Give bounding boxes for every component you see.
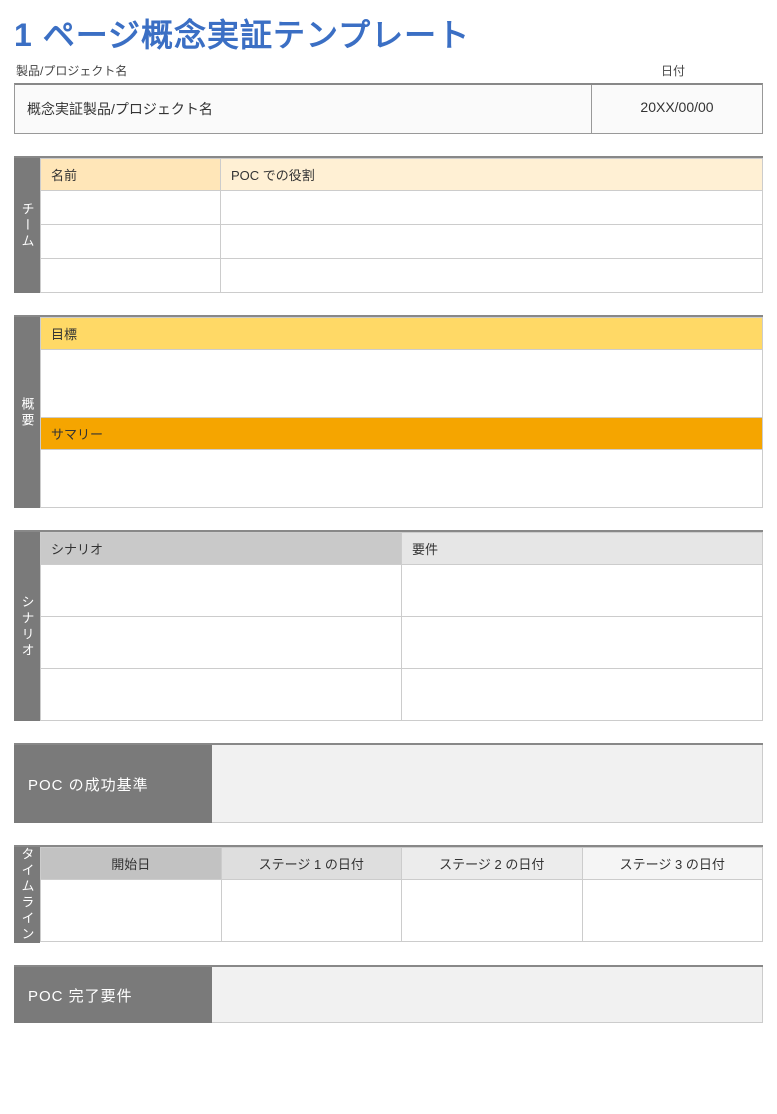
team-col-role: POC での役割 <box>221 159 763 191</box>
team-role-cell[interactable] <box>221 225 763 259</box>
section-completion: POC 完了要件 <box>14 965 763 1023</box>
req-cell[interactable] <box>402 565 763 617</box>
success-body[interactable] <box>212 745 763 823</box>
scenario-cell[interactable] <box>41 565 402 617</box>
timeline-table: 開始日 ステージ 1 の日付 ステージ 2 の日付 ステージ 3 の日付 <box>40 847 763 942</box>
scenario-table: シナリオ 要件 <box>40 532 763 721</box>
overview-goal-header: 目標 <box>41 318 763 350</box>
header-labels: 製品/プロジェクト名 日付 <box>14 62 763 79</box>
timeline-col-s3: ステージ 3 の日付 <box>582 848 763 880</box>
tab-team: チーム <box>14 158 40 293</box>
timeline-start-cell[interactable] <box>41 880 222 942</box>
success-label: POC の成功基準 <box>14 745 212 823</box>
scenario-cell[interactable] <box>41 669 402 721</box>
overview-table: 目標 サマリー <box>40 317 763 508</box>
overview-summary-header: サマリー <box>41 418 763 450</box>
label-date: 日付 <box>593 62 763 79</box>
scenario-cell[interactable] <box>41 617 402 669</box>
overview-goal-body[interactable] <box>41 350 763 418</box>
completion-label: POC 完了要件 <box>14 967 212 1023</box>
timeline-s2-cell[interactable] <box>402 880 583 942</box>
req-cell[interactable] <box>402 617 763 669</box>
req-cell[interactable] <box>402 669 763 721</box>
table-row <box>41 191 763 225</box>
table-row <box>41 669 763 721</box>
section-timeline: タイムライン 開始日 ステージ 1 の日付 ステージ 2 の日付 ステージ 3 … <box>14 845 763 943</box>
page-title: 1 ページ概念実証テンプレート <box>14 10 763 56</box>
date-field[interactable]: 20XX/00/00 <box>592 85 762 133</box>
scenario-col-scenario: シナリオ <box>41 533 402 565</box>
label-product: 製品/プロジェクト名 <box>14 62 593 79</box>
team-name-cell[interactable] <box>41 191 221 225</box>
table-row <box>41 880 763 942</box>
scenario-col-req: 要件 <box>402 533 763 565</box>
timeline-col-start: 開始日 <box>41 848 222 880</box>
table-row <box>41 259 763 293</box>
section-success: POC の成功基準 <box>14 743 763 823</box>
section-scenario: シナリオ シナリオ 要件 <box>14 530 763 721</box>
table-row <box>41 617 763 669</box>
team-table: 名前 POC での役割 <box>40 158 763 293</box>
team-role-cell[interactable] <box>221 259 763 293</box>
team-role-cell[interactable] <box>221 191 763 225</box>
timeline-s3-cell[interactable] <box>582 880 763 942</box>
team-col-name: 名前 <box>41 159 221 191</box>
header-values: 概念実証製品/プロジェクト名 20XX/00/00 <box>14 83 763 134</box>
tab-timeline: タイムライン <box>14 847 40 943</box>
timeline-col-s1: ステージ 1 の日付 <box>221 848 402 880</box>
timeline-s1-cell[interactable] <box>221 880 402 942</box>
timeline-col-s2: ステージ 2 の日付 <box>402 848 583 880</box>
table-row <box>41 225 763 259</box>
team-name-cell[interactable] <box>41 259 221 293</box>
section-team: チーム 名前 POC での役割 <box>14 156 763 293</box>
tab-scenario: シナリオ <box>14 532 40 721</box>
completion-body[interactable] <box>212 967 763 1023</box>
section-overview: 概要 目標 サマリー <box>14 315 763 508</box>
overview-summary-body[interactable] <box>41 450 763 508</box>
team-name-cell[interactable] <box>41 225 221 259</box>
product-name-field[interactable]: 概念実証製品/プロジェクト名 <box>15 85 592 133</box>
table-row <box>41 565 763 617</box>
tab-overview: 概要 <box>14 317 40 508</box>
